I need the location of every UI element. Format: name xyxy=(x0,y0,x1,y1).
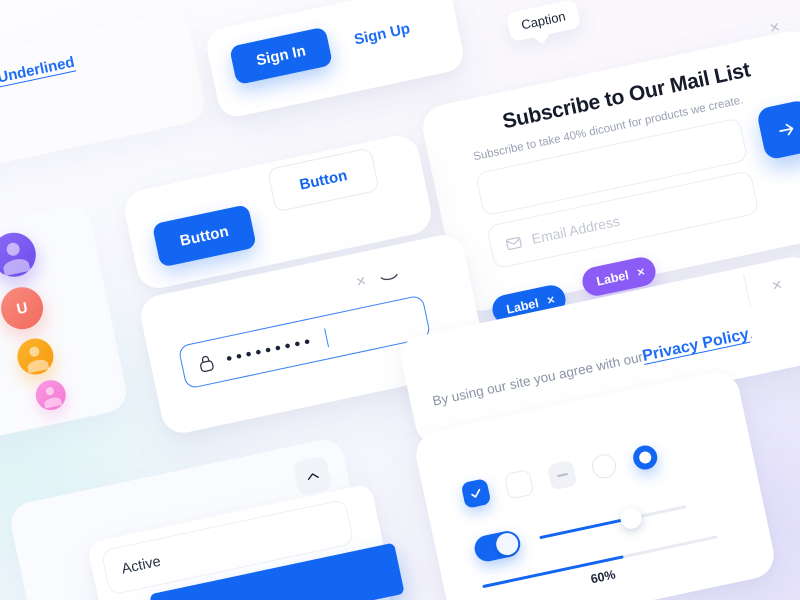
eye-icon[interactable] xyxy=(378,267,399,284)
chip-remove-icon[interactable]: × xyxy=(636,264,647,280)
checkbox-indeterminate[interactable] xyxy=(546,459,578,491)
avatars-card: U xyxy=(0,202,131,440)
radio-unchecked[interactable] xyxy=(589,452,619,481)
slider-handle[interactable] xyxy=(618,505,644,531)
text-caret xyxy=(323,327,329,347)
clear-password-button[interactable]: × xyxy=(354,271,368,292)
radio-checked[interactable] xyxy=(630,443,660,472)
checkbox-checked[interactable] xyxy=(460,478,492,509)
checkbox-unchecked[interactable] xyxy=(503,468,535,500)
chip-remove-icon[interactable]: × xyxy=(546,292,557,308)
links-card: Underlined ault ↗ xyxy=(0,9,209,175)
avatar-initial: U xyxy=(15,298,30,318)
password-value: ••••••••• xyxy=(224,330,316,368)
email-input-placeholder: Email Address xyxy=(530,212,622,247)
arrow-right-icon xyxy=(779,123,794,136)
check-icon xyxy=(471,488,481,498)
tooltip-text: Caption xyxy=(505,0,582,43)
toggle-knob xyxy=(494,531,521,558)
indeterminate-icon xyxy=(556,472,568,478)
envelope-icon xyxy=(505,236,522,250)
chip-label: Label xyxy=(595,267,630,289)
showcase-canvas: Underlined ault ↗ Sign In Sign Up Captio… xyxy=(0,0,800,600)
caption-tooltip: Caption xyxy=(505,0,582,43)
select-option-hover-label: Hover xyxy=(192,596,233,600)
auth-tabs-card: Sign In Sign Up xyxy=(203,0,467,121)
lock-icon xyxy=(199,355,214,372)
chevron-up-icon xyxy=(307,472,319,480)
